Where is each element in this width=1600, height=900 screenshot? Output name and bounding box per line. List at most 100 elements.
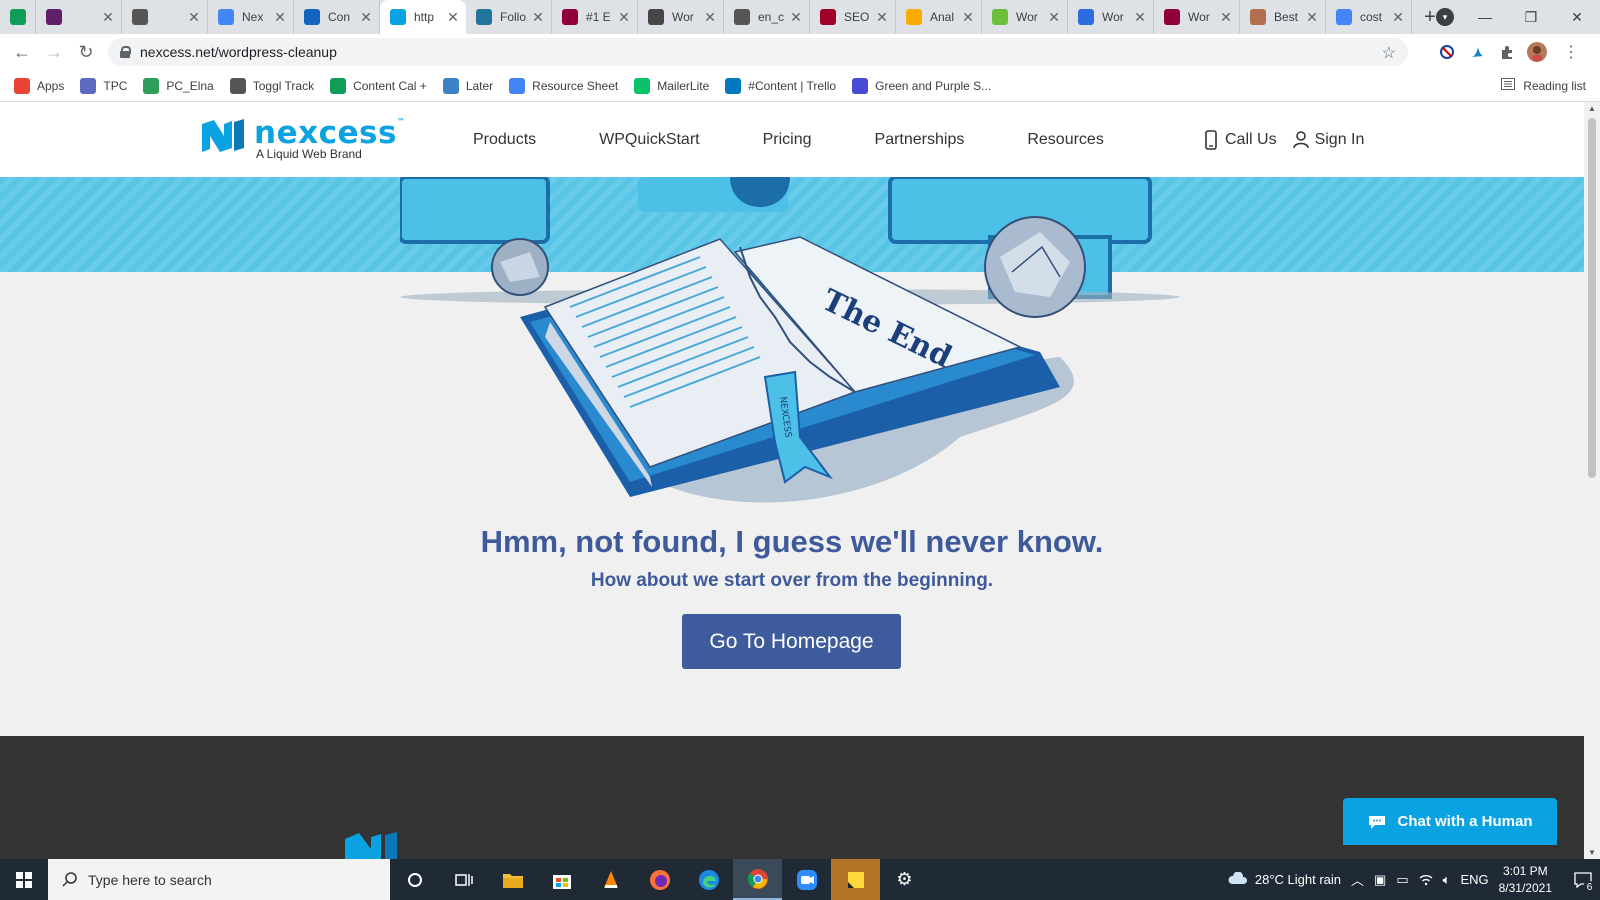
close-icon[interactable]: ✕ xyxy=(1554,9,1600,26)
microsoft-store-icon[interactable] xyxy=(537,859,586,900)
call-us-link[interactable]: Call Us xyxy=(1205,129,1277,150)
firefox-icon[interactable] xyxy=(635,859,684,900)
browser-tab[interactable]: Anal ✕ xyxy=(896,0,982,34)
forward-arrow-icon[interactable]: → xyxy=(38,42,70,63)
bookmark-item[interactable]: Green and Purple S... xyxy=(852,77,991,94)
browser-tab[interactable]: #1 E ✕ xyxy=(552,0,638,34)
profile-avatar[interactable] xyxy=(1522,34,1552,70)
scrollbar-thumb[interactable] xyxy=(1588,118,1596,478)
bookmark-item[interactable]: Resource Sheet xyxy=(509,77,618,94)
cortana-icon[interactable] xyxy=(390,859,439,900)
nav-partnerships[interactable]: Partnerships xyxy=(875,131,965,149)
tab-close-icon[interactable]: ✕ xyxy=(875,9,889,26)
browser-tab[interactable]: ✕ xyxy=(36,0,122,34)
weather-widget[interactable]: 28°C Light rain xyxy=(1227,871,1341,888)
bookmark-item[interactable]: TPC xyxy=(80,77,127,94)
browser-tab[interactable]: Best ✕ xyxy=(1240,0,1326,34)
browser-tab[interactable]: Con ✕ xyxy=(294,0,380,34)
page-scrollbar[interactable]: ▲ ▼ xyxy=(1584,102,1600,859)
bookmark-item[interactable]: PC_Elna xyxy=(143,77,214,94)
scroll-up-arrow-icon[interactable]: ▲ xyxy=(1584,104,1600,113)
browser-tab[interactable]: SEO ✕ xyxy=(810,0,896,34)
settings-gear-icon[interactable]: ⚙ xyxy=(880,859,929,900)
browser-tab[interactable]: en_c ✕ xyxy=(724,0,810,34)
browser-tab[interactable] xyxy=(0,0,36,34)
tab-close-icon[interactable]: ✕ xyxy=(531,9,545,26)
tab-close-icon[interactable]: ✕ xyxy=(961,9,975,26)
browser-tab[interactable]: Wor ✕ xyxy=(1068,0,1154,34)
language-indicator[interactable]: ENG xyxy=(1460,872,1488,887)
nexcess-logo[interactable]: nexcess™ A Liquid Web Brand xyxy=(200,118,405,160)
system-clock[interactable]: 3:01 PM 8/31/2021 xyxy=(1499,863,1552,897)
extensions-puzzle-icon[interactable] xyxy=(1492,34,1522,70)
reload-icon[interactable]: ↻ xyxy=(70,42,102,63)
action-center-icon[interactable]: 6 xyxy=(1566,859,1600,900)
tab-close-icon[interactable]: ✕ xyxy=(273,9,287,26)
sign-in-link[interactable]: Sign In xyxy=(1292,130,1364,149)
nav-resources[interactable]: Resources xyxy=(1027,131,1103,149)
browser-tab[interactable]: Wor ✕ xyxy=(1154,0,1240,34)
tab-close-icon[interactable]: ✕ xyxy=(359,9,373,26)
battery-icon[interactable]: ▭ xyxy=(1396,872,1408,888)
bookmark-item[interactable]: Content Cal + xyxy=(330,77,427,94)
browser-tab[interactable]: Wor ✕ xyxy=(982,0,1068,34)
browser-tab-title: cost xyxy=(1360,10,1383,24)
tab-close-icon[interactable]: ✕ xyxy=(1047,9,1061,26)
browser-tab[interactable]: Nex ✕ xyxy=(208,0,294,34)
bookmarks-bar: Apps TPC PC_Elna Toggl Track Content Cal + La… xyxy=(0,70,1600,102)
tab-close-icon[interactable]: ✕ xyxy=(703,9,717,26)
user-icon xyxy=(1292,130,1309,148)
nav-products[interactable]: Products xyxy=(473,131,536,149)
tab-close-icon[interactable]: ✕ xyxy=(446,9,460,26)
file-explorer-icon[interactable] xyxy=(488,859,537,900)
clock-time: 3:01 PM xyxy=(1502,863,1548,878)
browser-tab[interactable]: http ✕ xyxy=(380,0,466,34)
nav-pricing[interactable]: Pricing xyxy=(763,131,812,149)
browser-tab[interactable]: ✕ xyxy=(122,0,208,34)
reading-list-button[interactable]: Reading list xyxy=(1501,78,1586,93)
bookmark-item[interactable]: #Content | Trello xyxy=(725,77,836,94)
address-bar[interactable]: nexcess.net/wordpress-cleanup ☆ xyxy=(108,38,1408,66)
tab-close-icon[interactable]: ✕ xyxy=(101,9,115,26)
zoom-icon[interactable] xyxy=(782,859,831,900)
start-windows-icon[interactable] xyxy=(0,859,48,900)
restore-icon[interactable]: ❐ xyxy=(1508,9,1554,26)
volume-icon[interactable]: 🔈︎ xyxy=(1443,872,1451,888)
taskbar-search-box[interactable]: Type here to search xyxy=(48,859,390,900)
browser-tab[interactable]: Wor ✕ xyxy=(638,0,724,34)
tab-close-icon[interactable]: ✕ xyxy=(1219,9,1233,26)
bookmark-star-icon[interactable]: ☆ xyxy=(1382,43,1396,63)
bird-extension-icon[interactable] xyxy=(1462,34,1492,70)
show-hidden-icons-chevron-icon[interactable]: ︿ xyxy=(1351,870,1364,889)
browser-menu-icon[interactable]: ⋮ xyxy=(1556,34,1586,70)
scroll-down-arrow-icon[interactable]: ▼ xyxy=(1584,848,1600,857)
tab-close-icon[interactable]: ✕ xyxy=(1133,9,1147,26)
vlc-icon[interactable] xyxy=(586,859,635,900)
tab-close-icon[interactable]: ✕ xyxy=(1391,9,1405,26)
bookmark-item[interactable]: Toggl Track xyxy=(229,77,314,94)
bookmark-item[interactable]: Apps xyxy=(14,77,64,94)
browser-tab[interactable]: cost ✕ xyxy=(1326,0,1412,34)
green-circle-icon xyxy=(992,9,1008,25)
minimize-icon[interactable]: — xyxy=(1462,9,1508,25)
wifi-icon[interactable] xyxy=(1419,874,1433,886)
back-arrow-icon[interactable]: ← xyxy=(6,42,38,63)
chrome-icon[interactable] xyxy=(733,859,782,900)
bookmark-item[interactable]: MailerLite xyxy=(634,77,709,94)
task-view-icon[interactable] xyxy=(439,859,488,900)
sticky-notes-icon[interactable] xyxy=(831,859,880,900)
bookmark-item[interactable]: Later xyxy=(442,77,493,94)
nav-wpquickstart[interactable]: WPQuickStart xyxy=(599,131,699,149)
tab-close-icon[interactable]: ✕ xyxy=(187,9,201,26)
tab-close-icon[interactable]: ✕ xyxy=(617,9,631,26)
tab-search-icon[interactable]: ▾ xyxy=(1436,8,1454,26)
adblock-extension-icon[interactable] xyxy=(1432,34,1462,70)
go-to-homepage-button[interactable]: Go To Homepage xyxy=(682,614,901,669)
tab-close-icon[interactable]: ✕ xyxy=(1305,9,1319,26)
browser-tab[interactable]: Follo ✕ xyxy=(466,0,552,34)
error-headline: Hmm, not found, I guess we'll never know… xyxy=(480,524,1104,559)
chat-with-human-button[interactable]: Chat with a Human xyxy=(1343,798,1557,845)
tab-close-icon[interactable]: ✕ xyxy=(789,9,803,26)
edge-icon[interactable] xyxy=(684,859,733,900)
meet-now-icon[interactable]: ▣ xyxy=(1374,872,1386,888)
